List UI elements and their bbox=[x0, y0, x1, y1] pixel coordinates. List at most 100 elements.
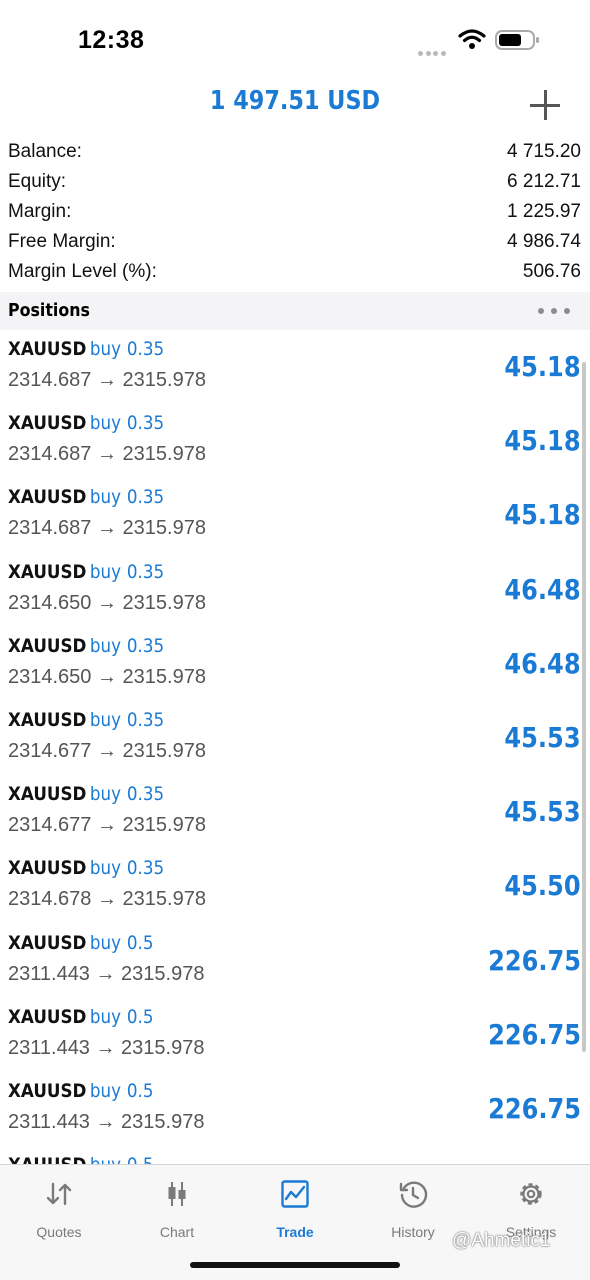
quotes-arrows-icon bbox=[46, 1182, 72, 1206]
position-prices: 2314.687 → 2315.978 bbox=[8, 443, 206, 466]
equity-row: Equity: 6 212.71 bbox=[0, 168, 590, 198]
app-header: 1 497.51 USD bbox=[0, 80, 590, 130]
position-symbol: XAUUSD bbox=[8, 338, 87, 360]
gear-icon bbox=[520, 1183, 542, 1205]
position-profit: 45.53 bbox=[504, 720, 581, 754]
position-profit: 45.18 bbox=[504, 350, 581, 383]
position-profit: 46.48 bbox=[504, 572, 581, 606]
tab-quotes[interactable]: Quotes bbox=[0, 1175, 118, 1240]
position-row[interactable]: XAUUSD buy 0.35 2314.678 → 2315.978 45.50 bbox=[0, 851, 590, 925]
position-prices: 2314.650 → 2315.978 bbox=[8, 591, 206, 614]
position-symbol: XAUUSD bbox=[8, 931, 87, 954]
position-symbol: XAUUSD bbox=[8, 1079, 87, 1102]
position-symbol: XAUUSD bbox=[8, 708, 87, 731]
margin-row: Margin: 1 225.97 bbox=[0, 198, 590, 228]
position-volume: 0.35 bbox=[126, 338, 165, 360]
account-summary: Balance: 4 715.20 Equity: 6 212.71 Margi… bbox=[0, 138, 590, 288]
position-symbol: XAUUSD bbox=[8, 857, 87, 880]
positions-title: Positions bbox=[8, 300, 90, 321]
position-prices: 2314.650 → 2315.978 bbox=[8, 665, 206, 688]
position-volume: 0.35 bbox=[126, 412, 165, 435]
position-row[interactable]: XAUUSD buy 0.35 2314.687 → 2315.978 45.18 bbox=[0, 332, 590, 406]
positions-section-header: Positions bbox=[0, 292, 590, 330]
balance-row: Balance: 4 715.20 bbox=[0, 138, 590, 168]
position-side: buy bbox=[89, 708, 122, 731]
position-volume: 0.35 bbox=[126, 857, 165, 880]
position-volume: 0.5 bbox=[126, 1079, 154, 1102]
positions-list: XAUUSD buy 0.35 2314.687 → 2315.978 45.18… bbox=[0, 332, 590, 1164]
position-profit: 226.75 bbox=[488, 1091, 581, 1125]
history-clock-icon bbox=[399, 1181, 428, 1208]
status-time: 12:38 bbox=[78, 26, 145, 54]
position-profit: 45.53 bbox=[504, 795, 581, 829]
position-volume: 0.5 bbox=[126, 1005, 154, 1028]
signal-dots-icon bbox=[418, 43, 450, 56]
position-side: buy bbox=[89, 560, 122, 583]
position-side: buy bbox=[89, 1005, 122, 1028]
plus-icon[interactable] bbox=[530, 88, 564, 122]
position-symbol: XAUUSD bbox=[8, 634, 87, 657]
position-prices: 2314.677 → 2315.978 bbox=[8, 739, 206, 762]
position-profit: 45.18 bbox=[504, 424, 581, 458]
account-profit-title: 1 497.51 USD bbox=[209, 86, 381, 116]
position-volume: 0.35 bbox=[126, 783, 165, 806]
position-symbol: XAUUSD bbox=[8, 1005, 87, 1028]
tab-trade[interactable]: Trade bbox=[236, 1175, 354, 1240]
home-indicator[interactable] bbox=[190, 1262, 400, 1268]
position-volume: 0.35 bbox=[126, 708, 165, 731]
free-margin-row: Free Margin: 4 986.74 bbox=[0, 228, 590, 258]
position-prices: 2314.678 → 2315.978 bbox=[8, 888, 206, 911]
position-row[interactable]: XAUUSD buy 0.5 2311.443 → 2315.978 226.75 bbox=[0, 1074, 590, 1148]
battery-icon bbox=[495, 30, 539, 50]
margin-level-row: Margin Level (%): 506.76 bbox=[0, 258, 590, 288]
position-row[interactable]: XAUUSD buy 0.5 bbox=[0, 1148, 590, 1164]
tab-quotes-label: Quotes bbox=[36, 1224, 82, 1240]
position-prices: 2311.443 → 2315.978 bbox=[8, 962, 205, 985]
position-volume: 0.35 bbox=[126, 560, 165, 583]
position-prices: 2314.687 → 2315.978 bbox=[8, 517, 206, 540]
position-symbol: XAUUSD bbox=[8, 486, 87, 509]
position-symbol: XAUUSD bbox=[8, 560, 87, 583]
tab-trade-label: Trade bbox=[276, 1224, 314, 1240]
position-prices: 2311.443 → 2315.978 bbox=[8, 1036, 205, 1059]
position-prices: 2314.677 → 2315.978 bbox=[8, 814, 206, 837]
position-side: buy bbox=[89, 412, 122, 435]
balance-label: Balance: bbox=[8, 141, 82, 162]
tab-chart[interactable]: Chart bbox=[118, 1175, 236, 1240]
wifi-icon bbox=[458, 29, 486, 49]
positions-scrollbar[interactable] bbox=[582, 362, 586, 1052]
trade-line-chart-icon bbox=[281, 1180, 309, 1208]
position-row[interactable]: XAUUSD buy 0.35 2314.677 → 2315.978 45.53 bbox=[0, 703, 590, 777]
margin-value: 1 225.97 bbox=[507, 201, 581, 222]
position-volume: 0.35 bbox=[126, 486, 165, 509]
margin-level-value: 506.76 bbox=[522, 261, 581, 282]
position-prices: 2314.687 → 2315.978 bbox=[8, 369, 206, 391]
position-volume: 0.35 bbox=[126, 634, 165, 657]
position-symbol: XAUUSD bbox=[8, 1154, 86, 1164]
balance-value: 4 715.20 bbox=[507, 141, 581, 162]
position-volume: 0.5 bbox=[126, 931, 154, 954]
margin-level-label: Margin Level (%): bbox=[8, 261, 157, 282]
position-row[interactable]: XAUUSD buy 0.35 2314.687 → 2315.978 45.18 bbox=[0, 480, 590, 554]
position-row[interactable]: XAUUSD buy 0.5 2311.443 → 2315.978 226.75 bbox=[0, 1000, 590, 1074]
position-profit: 46.48 bbox=[504, 646, 581, 680]
position-profit: 45.18 bbox=[504, 498, 581, 532]
position-side: buy bbox=[89, 1079, 122, 1102]
free-margin-label: Free Margin: bbox=[8, 231, 116, 252]
watermark-text: @Ahmetic1 bbox=[452, 1230, 551, 1251]
position-row[interactable]: XAUUSD buy 0.35 2314.650 → 2315.978 46.48 bbox=[0, 629, 590, 703]
position-profit: 45.50 bbox=[504, 869, 581, 903]
position-side: buy bbox=[89, 338, 122, 360]
position-symbol: XAUUSD bbox=[8, 783, 87, 806]
position-row[interactable]: XAUUSD buy 0.35 2314.677 → 2315.978 45.53 bbox=[0, 777, 590, 851]
candlestick-chart-icon bbox=[168, 1182, 186, 1206]
position-profit: 226.75 bbox=[488, 943, 581, 977]
position-volume: 0.5 bbox=[127, 1154, 154, 1164]
position-row[interactable]: XAUUSD buy 0.35 2314.650 → 2315.978 46.48 bbox=[0, 555, 590, 629]
position-row[interactable]: XAUUSD buy 0.5 2311.443 → 2315.978 226.75 bbox=[0, 926, 590, 1000]
position-side: buy bbox=[89, 857, 122, 880]
equity-label: Equity: bbox=[8, 171, 67, 192]
position-row[interactable]: XAUUSD buy 0.35 2314.687 → 2315.978 45.18 bbox=[0, 406, 590, 480]
more-horizontal-icon[interactable] bbox=[538, 307, 574, 317]
equity-value: 6 212.71 bbox=[507, 171, 581, 192]
